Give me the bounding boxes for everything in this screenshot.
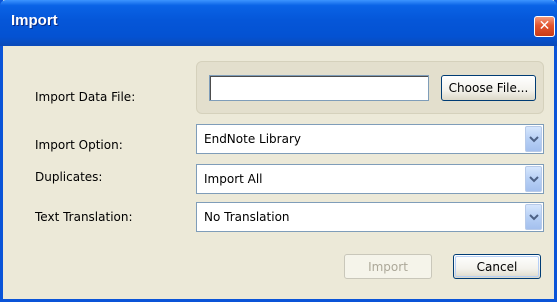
file-picker-group: Choose File... bbox=[196, 61, 544, 114]
cancel-button[interactable]: Cancel bbox=[453, 254, 541, 279]
title-bar[interactable]: Import ✕ bbox=[0, 0, 557, 46]
chevron-down-icon bbox=[529, 176, 539, 183]
import-option-dropdown-button[interactable] bbox=[525, 126, 542, 152]
duplicates-value: Import All bbox=[204, 172, 263, 186]
import-option-select[interactable]: EndNote Library bbox=[196, 124, 544, 154]
chevron-down-icon bbox=[529, 136, 539, 143]
dialog-title: Import bbox=[11, 12, 58, 29]
chevron-down-icon bbox=[529, 214, 539, 221]
text-translation-label: Text Translation: bbox=[35, 210, 133, 224]
file-path-input[interactable] bbox=[209, 75, 429, 101]
import-dialog: Import ✕ Import Data File: Choose File..… bbox=[0, 0, 557, 302]
duplicates-label: Duplicates: bbox=[35, 170, 103, 184]
import-button[interactable]: Import bbox=[344, 254, 432, 279]
close-icon: ✕ bbox=[538, 18, 551, 34]
cancel-button-label: Cancel bbox=[476, 260, 518, 274]
choose-file-button[interactable]: Choose File... bbox=[441, 75, 536, 101]
duplicates-select[interactable]: Import All bbox=[196, 164, 544, 194]
text-translation-dropdown-button[interactable] bbox=[525, 204, 542, 230]
dialog-content: Import Data File: Choose File... Import … bbox=[3, 46, 554, 299]
import-data-file-label: Import Data File: bbox=[35, 90, 136, 104]
import-option-label: Import Option: bbox=[35, 138, 123, 152]
import-option-value: EndNote Library bbox=[204, 132, 301, 146]
close-button[interactable]: ✕ bbox=[534, 16, 555, 37]
text-translation-value: No Translation bbox=[204, 210, 290, 224]
text-translation-select[interactable]: No Translation bbox=[196, 202, 544, 232]
duplicates-dropdown-button[interactable] bbox=[525, 166, 542, 192]
